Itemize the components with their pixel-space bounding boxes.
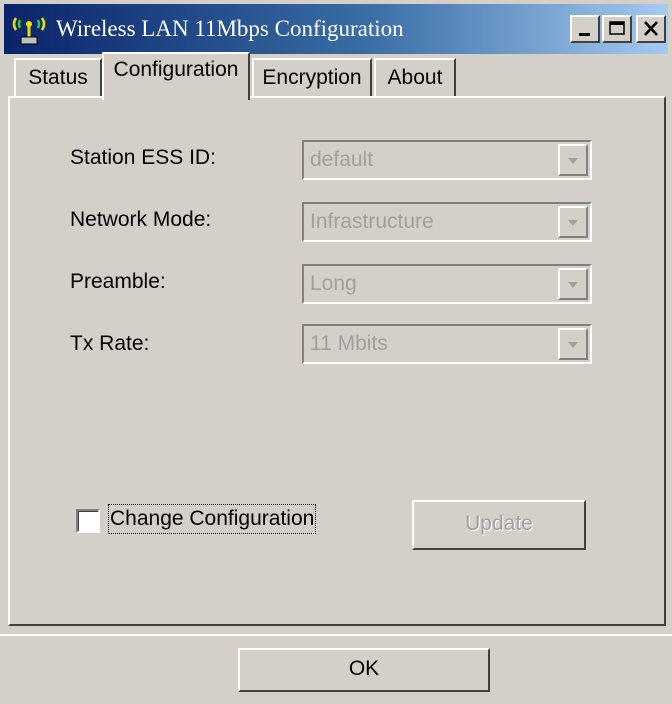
chevron-down-icon [568,282,578,288]
chevron-down-icon [568,158,578,164]
station-ess-id-label: Station ESS ID: [70,146,216,169]
preamble-value: Long [310,272,357,295]
configuration-window: Wireless LAN 11Mbps Configuration Status… [0,0,672,704]
chevron-down-icon [568,342,578,348]
dropdown-button[interactable] [558,328,588,360]
preamble-select[interactable]: Long [302,264,592,304]
close-button[interactable] [636,15,666,43]
configuration-panel: Station ESS ID: default Network Mode: In… [8,96,666,626]
window-title: Wireless LAN 11Mbps Configuration [56,16,404,41]
wireless-antenna-icon [12,12,46,46]
title-bar[interactable]: Wireless LAN 11Mbps Configuration [4,4,668,54]
network-mode-select[interactable]: Infrastructure [302,202,592,242]
chevron-down-icon [568,220,578,226]
network-mode-label: Network Mode: [70,208,212,231]
network-mode-value: Infrastructure [310,210,434,233]
tab-status[interactable]: Status [14,58,102,98]
dropdown-button[interactable] [558,206,588,238]
minimize-icon [579,33,590,36]
preamble-label: Preamble: [70,270,166,293]
station-ess-id-value: default [310,148,374,171]
update-button-label: Update [465,512,533,535]
tab-encryption[interactable]: Encryption [252,58,372,98]
dropdown-button[interactable] [558,144,588,176]
minimize-button[interactable] [570,15,600,43]
tab-label: About [387,66,443,89]
tab-about[interactable]: About [374,58,456,98]
update-button[interactable]: Update [412,500,586,550]
ok-button[interactable]: OK [238,648,490,692]
change-configuration-checkbox[interactable] [76,509,100,533]
tab-label: Encryption [262,66,362,89]
footer-divider [0,634,672,636]
dropdown-button[interactable] [558,268,588,300]
close-icon [644,21,658,36]
maximize-icon [609,21,625,35]
maximize-button[interactable] [602,15,632,43]
tx-rate-select[interactable]: 11 Mbits [302,324,592,364]
tx-rate-value: 11 Mbits [310,332,388,355]
change-configuration-label[interactable]: Change Configuration [108,504,317,534]
ok-button-label: OK [348,657,380,680]
tx-rate-label: Tx Rate: [70,332,150,355]
station-ess-id-select[interactable]: default [302,140,592,180]
tab-label: Configuration [113,58,239,81]
tab-configuration[interactable]: Configuration [102,52,250,100]
tab-label: Status [28,66,88,89]
